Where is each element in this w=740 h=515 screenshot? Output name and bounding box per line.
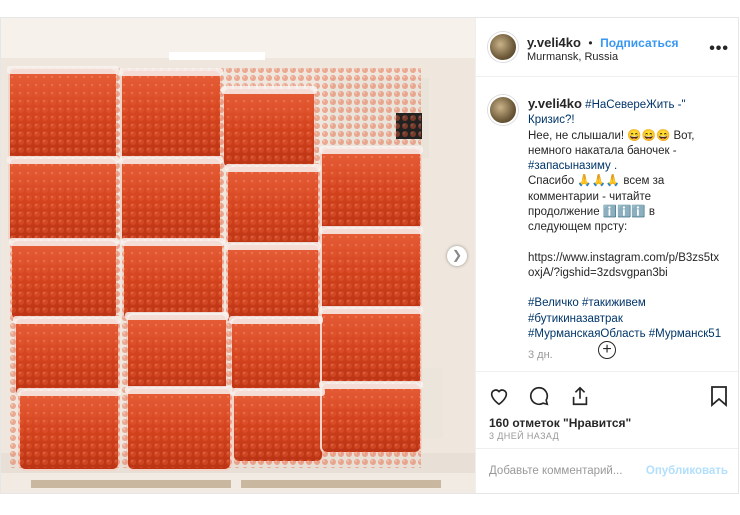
location-link[interactable]: Murmansk, Russia <box>527 51 618 63</box>
next-photo-button[interactable]: ❯ <box>447 246 467 266</box>
comment-icon[interactable] <box>528 385 550 407</box>
caption-time: 3 дн. <box>528 349 553 362</box>
caption-text: продолжение ℹ️ℹ️ℹ️ в <box>528 206 656 219</box>
post-container: ❯ y.veli4ko • Подписаться Murmansk, Russ… <box>0 17 739 494</box>
separator-dot: • <box>588 36 593 50</box>
caption-link[interactable]: https://www.instagram.com/p/B3zs5tx <box>528 251 728 266</box>
more-icon[interactable]: ••• <box>709 40 729 58</box>
caption-text: немного накатала баночек - <box>528 144 677 157</box>
caption-text: следующем прсту: <box>528 221 628 234</box>
post-sidebar: y.veli4ko • Подписаться Murmansk, Russia… <box>475 18 739 493</box>
likes-count[interactable]: 160 отметок "Нравится" <box>489 416 631 430</box>
caption-avatar[interactable] <box>488 95 518 125</box>
hashtag-link[interactable]: #запасыназиму . <box>528 159 728 174</box>
chevron-right-icon: ❯ <box>451 248 463 262</box>
caption-body: y.veli4ko #НаСевереЖить -" Кризис?! Нее,… <box>528 96 728 363</box>
caption-link[interactable]: oxjA/?igshid=3zdsvgpan3bi <box>528 266 728 281</box>
caption-username[interactable]: y.veli4ko <box>528 96 582 111</box>
follow-button[interactable]: Подписаться <box>600 36 678 50</box>
comment-bar: Добавьте комментарий... Опубликовать <box>476 448 738 494</box>
caption-text: Спасибо 🙏🙏🙏 всем за <box>528 175 665 188</box>
bookmark-icon[interactable] <box>710 385 728 412</box>
share-icon[interactable] <box>569 385 591 407</box>
add-circle-icon[interactable]: + <box>598 341 616 359</box>
post-date: 3 ДНЕЙ НАЗАД <box>489 431 560 441</box>
caviar-jars-photo <box>1 18 475 493</box>
header-user-line: y.veli4ko • Подписаться <box>527 34 679 52</box>
hashtag-link[interactable]: #бутикиназавтрак <box>528 312 728 327</box>
avatar[interactable] <box>488 32 518 62</box>
post-photo[interactable]: ❯ <box>1 18 475 493</box>
post-header: y.veli4ko • Подписаться Murmansk, Russia… <box>476 18 739 77</box>
caption-text: Нее, не слышали! 😄😄😄 Вот, <box>528 129 695 142</box>
hashtag-link[interactable]: #МурманскаяОбласть #Мурманск51 <box>528 327 728 342</box>
heart-icon[interactable] <box>488 385 510 407</box>
comment-input[interactable]: Добавьте комментарий... <box>489 465 622 477</box>
caption-text: комментарии - читайте <box>528 190 652 203</box>
header-username[interactable]: y.veli4ko <box>527 35 581 50</box>
action-icons <box>488 385 605 412</box>
hashtag-link[interactable]: #Величко #такиживем <box>528 296 728 311</box>
publish-button[interactable]: Опубликовать <box>646 465 728 477</box>
